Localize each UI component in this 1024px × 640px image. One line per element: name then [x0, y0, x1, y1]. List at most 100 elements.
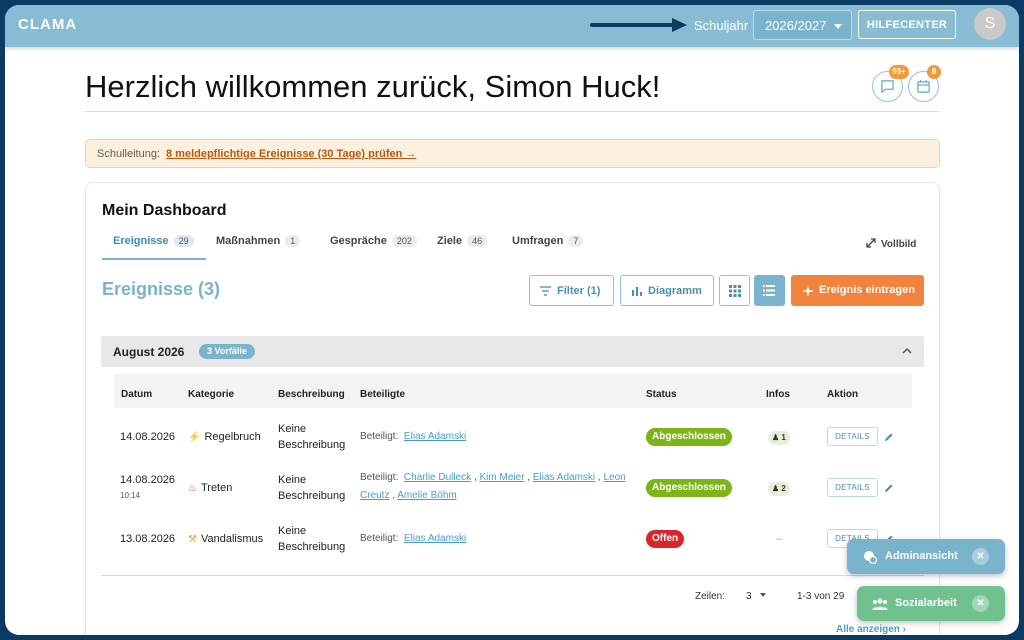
- details-button[interactable]: DETAILS: [827, 478, 878, 497]
- time-text: 10:14: [120, 491, 141, 500]
- tab-goals[interactable]: Ziele 46: [437, 235, 488, 247]
- chart-label: Diagramm: [648, 285, 702, 297]
- row-date: 14.08.2026: [120, 431, 176, 443]
- section-title: Ereignisse (3): [102, 279, 221, 299]
- tab-measures[interactable]: Maßnahmen 1: [216, 235, 301, 247]
- desc-line: Beschreibung: [278, 490, 346, 502]
- add-event-label: Ereignis eintragen: [819, 284, 915, 296]
- add-event-button[interactable]: Ereignis eintragen: [791, 275, 924, 306]
- close-icon[interactable]: ✕: [972, 548, 989, 565]
- avatar[interactable]: S: [974, 8, 1006, 40]
- row-category: ⚒ Vandalismus: [188, 531, 263, 548]
- participant-link[interactable]: Charlie Dulleck: [404, 472, 471, 483]
- participant-link[interactable]: Elias Adamski: [404, 431, 466, 442]
- filter-icon: [540, 286, 551, 296]
- participant-link[interactable]: Kim Meier: [480, 472, 525, 483]
- column-header[interactable]: Status: [646, 389, 677, 400]
- admin-view-button[interactable]: Adminansicht ✕: [847, 539, 1005, 574]
- row-date: 13.08.2026: [120, 533, 176, 545]
- row-participants: Beteiligt: Elias Adamski: [360, 428, 635, 446]
- info-badge: ♟ 2: [768, 482, 790, 496]
- tab-surveys[interactable]: Umfragen 7: [512, 235, 584, 247]
- participant-link[interactable]: Amelie Böhm: [397, 490, 456, 501]
- tab-label: Gespräche: [330, 235, 387, 247]
- close-icon[interactable]: ✕: [972, 595, 989, 612]
- row-category: ⚡ Regelbruch: [188, 429, 261, 446]
- month-group-header[interactable]: August 2026 3 Vorfälle: [101, 336, 924, 367]
- row-category: ♨ Treten: [188, 480, 232, 497]
- tab-label: Umfragen: [512, 235, 564, 247]
- row-date: 14.08.2026 10:14: [120, 472, 175, 504]
- tab-count: 202: [391, 235, 417, 247]
- participant-link[interactable]: Elias Adamski: [533, 472, 595, 483]
- calendar-button[interactable]: 8: [908, 65, 941, 102]
- table-bottom-border: [101, 575, 924, 576]
- social-work-label: Sozialarbeit: [895, 597, 957, 609]
- grid-view-button[interactable]: [719, 275, 750, 306]
- category-label: Regelbruch: [204, 431, 261, 443]
- list-icon: [763, 285, 775, 296]
- arrow-right-icon: [590, 18, 687, 32]
- edit-icon[interactable]: [884, 483, 894, 493]
- desc-line: Keine: [278, 474, 307, 486]
- group-title: August 2026: [113, 345, 185, 359]
- details-button[interactable]: DETAILS: [827, 427, 878, 446]
- filter-button[interactable]: Filter (1): [529, 275, 614, 306]
- group-count-badge: 3 Vorfälle: [199, 344, 255, 359]
- column-header[interactable]: Kategorie: [188, 389, 234, 400]
- fullview-button[interactable]: Vollbild: [866, 238, 916, 250]
- column-header[interactable]: Aktion: [827, 389, 858, 400]
- tab-label: Maßnahmen: [216, 235, 281, 247]
- info-count: 1: [781, 433, 786, 442]
- desc-line: Beschreibung: [278, 541, 346, 553]
- tab-count: 46: [467, 235, 488, 247]
- column-header[interactable]: Infos: [766, 389, 790, 400]
- status-badge: Offen: [646, 530, 685, 548]
- tab-events[interactable]: Ereignisse 29: [113, 235, 194, 247]
- app-logo[interactable]: CLAMA: [18, 16, 77, 33]
- participants-label: Beteiligt:: [360, 472, 399, 483]
- tab-conversations[interactable]: Gespräche 202: [330, 235, 417, 247]
- alert-link[interactable]: 8 meldepflichtige Ereignisse (30 Tage) p…: [166, 148, 416, 160]
- edit-icon[interactable]: [884, 432, 894, 442]
- list-view-button[interactable]: [754, 275, 785, 306]
- rule-break-icon: ⚡: [188, 432, 201, 443]
- date-text: 14.08.2026: [120, 474, 176, 486]
- rows-per-page-select[interactable]: 3: [746, 591, 766, 602]
- person-icon: ♟: [772, 484, 780, 493]
- column-header[interactable]: Beteiligte: [360, 389, 405, 400]
- admin-icon: [864, 551, 877, 564]
- sparkle-icon: [802, 285, 814, 297]
- dashboard-card: Mein Dashboard Ereignisse 29 Maßnahmen 1 G…: [85, 182, 940, 635]
- messages-button[interactable]: 99+: [872, 65, 909, 102]
- top-bar: CLAMA Schuljahr 2026/2027 HILFECENTER S: [5, 5, 1019, 47]
- status-badge: Abgeschlossen: [646, 479, 732, 497]
- hammer-icon: ⚒: [188, 534, 197, 545]
- participants-label: Beteiligt:: [360, 533, 399, 544]
- row-participants: Beteiligt: Elias Adamski: [360, 530, 635, 548]
- tab-count: 29: [173, 235, 194, 247]
- chat-icon: [881, 80, 894, 93]
- tab-count: 1: [285, 235, 301, 247]
- pagination-range: 1-3 von 29: [797, 591, 845, 602]
- info-empty: –: [776, 533, 783, 545]
- rows-label: Zeilen:: [695, 591, 726, 602]
- column-header[interactable]: Datum: [121, 389, 152, 400]
- group-icon: [872, 598, 888, 610]
- messages-badge: 99+: [889, 65, 909, 79]
- divider: [85, 111, 939, 112]
- chevron-up-icon[interactable]: [902, 347, 912, 354]
- chart-button[interactable]: Diagramm: [620, 275, 714, 306]
- show-all-link[interactable]: Alle anzeigen ›: [836, 624, 906, 635]
- school-year-select[interactable]: 2026/2027: [753, 10, 852, 40]
- tab-count: 7: [568, 235, 584, 247]
- row-description: Keine Beschreibung: [278, 523, 345, 555]
- app-window: CLAMA Schuljahr 2026/2027 HILFECENTER S …: [5, 5, 1019, 635]
- social-work-button[interactable]: Sozialarbeit ✕: [857, 586, 1005, 621]
- participant-link[interactable]: Elias Adamski: [404, 533, 466, 544]
- column-header[interactable]: Beschreibung: [278, 389, 345, 400]
- help-center-button[interactable]: HILFECENTER: [858, 10, 956, 39]
- bar-chart-icon: [632, 287, 642, 296]
- info-count: 2: [781, 484, 786, 493]
- row-description: Keine Beschreibung: [278, 472, 345, 504]
